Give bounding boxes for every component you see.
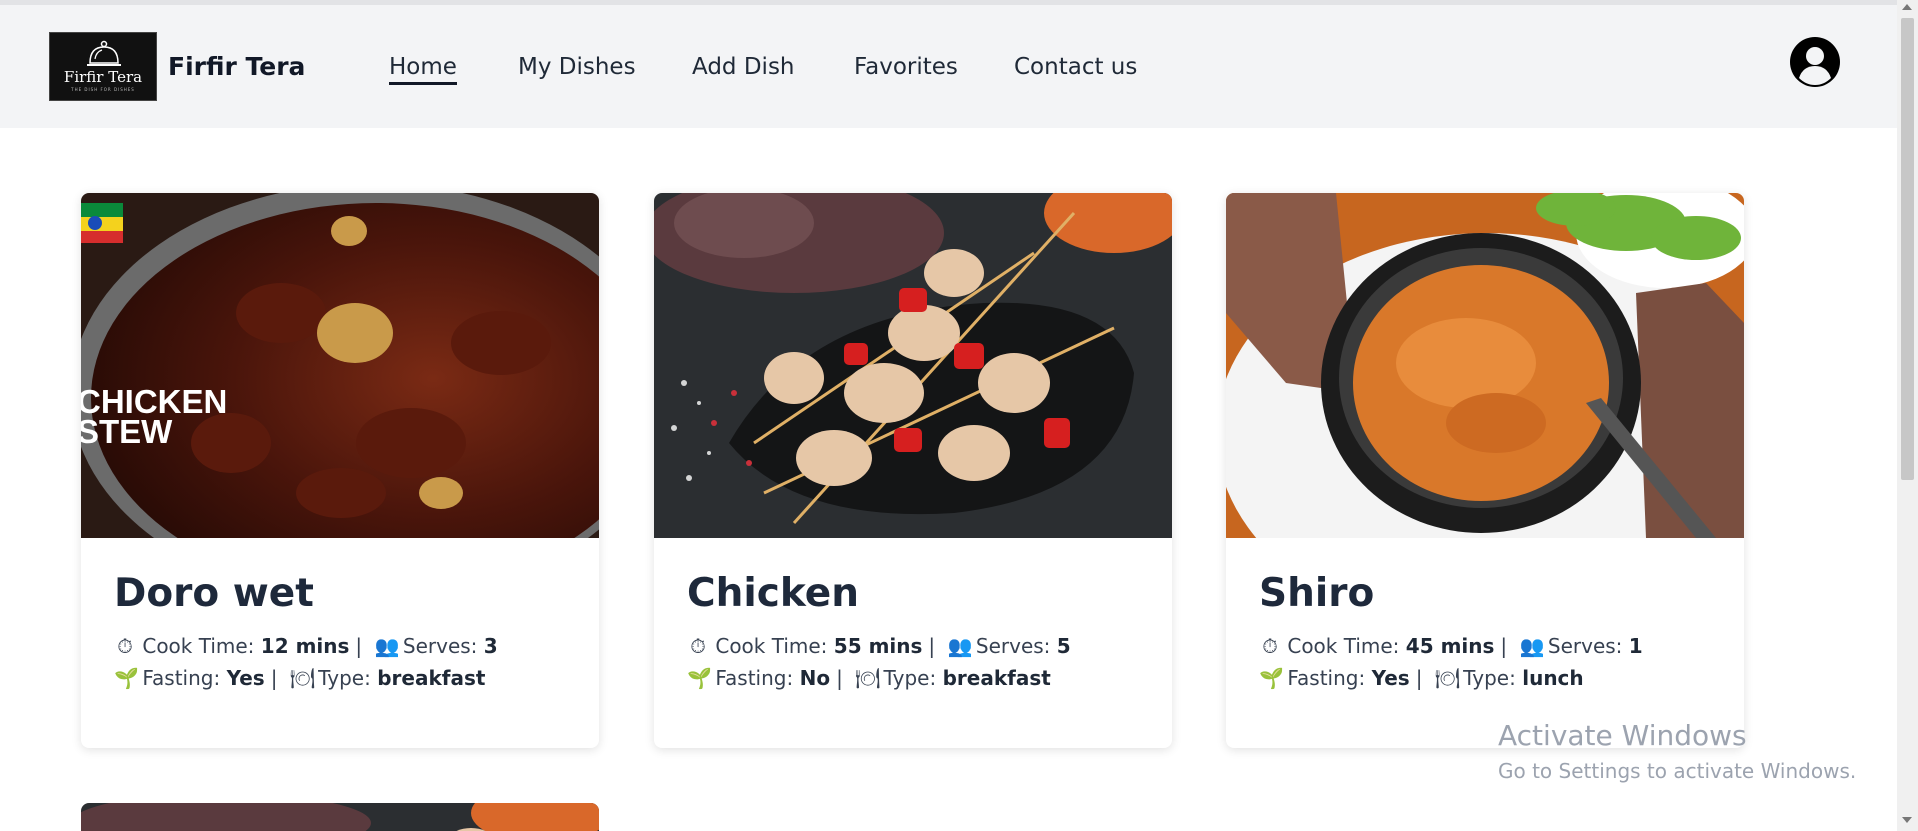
fasting-value: Yes <box>1371 666 1410 690</box>
cloche-icon <box>87 40 121 66</box>
dish-card[interactable]: CHICKEN STEW Doro wet ⏱ Cook Time: 12 mi… <box>81 193 599 748</box>
nav-home[interactable]: Home <box>389 54 457 85</box>
type-value: breakfast <box>942 666 1051 690</box>
brand-name[interactable]: Firfir Tera <box>168 52 305 81</box>
page-scrollbar[interactable] <box>1897 0 1918 831</box>
dish-title[interactable]: Doro wet <box>114 572 566 616</box>
dish-card[interactable]: Shiro ⏱ Cook Time: 45 mins | 👥 Serves: 1 … <box>1226 193 1744 748</box>
dish-image-doro-wet: CHICKEN STEW <box>81 193 599 538</box>
dish-image-shiro <box>1226 193 1744 538</box>
fasting-value: Yes <box>226 666 265 690</box>
serves-value: 3 <box>483 634 498 658</box>
plate-icon: 🍽 <box>855 666 881 690</box>
logo-text: Firfir Tera <box>63 68 143 86</box>
dish-image-chicken <box>654 193 1172 538</box>
nav-add-dish[interactable]: Add Dish <box>692 54 795 80</box>
nav-contact-us[interactable]: Contact us <box>1014 54 1137 80</box>
plate-icon: 🍽 <box>1434 666 1461 690</box>
dish-meta: ⏱ Cook Time: 45 mins | 👥 Serves: 1 🌱 Fast… <box>1259 630 1711 694</box>
people-icon: 👥 <box>1519 634 1545 658</box>
serves-value: 5 <box>1056 634 1071 658</box>
image-overlay-line2: STEW <box>81 413 173 450</box>
dish-title[interactable]: Chicken <box>687 572 1139 616</box>
dish-card-partial[interactable] <box>81 803 599 831</box>
scrollbar-thumb[interactable] <box>1901 18 1914 480</box>
dish-meta: ⏱ Cook Time: 12 mins | 👥 Serves: 3 🌱 Fast… <box>114 630 566 694</box>
seedling-icon: 🌱 <box>687 666 712 690</box>
dish-card[interactable]: Chicken ⏱ Cook Time: 55 mins | 👥 Serves: … <box>654 193 1172 748</box>
nav-my-dishes[interactable]: My Dishes <box>518 54 636 80</box>
scroll-down-icon[interactable] <box>1902 817 1912 823</box>
nav-favorites[interactable]: Favorites <box>854 54 958 80</box>
type-value: breakfast <box>377 666 486 690</box>
logo-tagline: THE DISH FOR DISHES <box>71 87 135 92</box>
seedling-icon: 🌱 <box>114 666 139 690</box>
seedling-icon: 🌱 <box>1259 666 1284 690</box>
cook-time-value: 55 mins <box>833 634 923 658</box>
stopwatch-icon: ⏱ <box>117 634 133 658</box>
activate-windows-title: Activate Windows <box>1498 719 1747 752</box>
user-circle-icon[interactable] <box>1789 36 1841 88</box>
people-icon: 👥 <box>374 634 400 658</box>
plate-icon: 🍽 <box>289 666 316 690</box>
stopwatch-icon: ⏱ <box>690 634 706 658</box>
activate-windows-subtitle: Go to Settings to activate Windows. <box>1498 759 1857 783</box>
serves-value: 1 <box>1628 634 1643 658</box>
cook-time-value: 12 mins <box>260 634 350 658</box>
cook-time-value: 45 mins <box>1405 634 1495 658</box>
type-value: lunch <box>1522 666 1584 690</box>
navbar: Firfir Tera THE DISH FOR DISHES Firfir T… <box>0 5 1897 128</box>
dish-meta: ⏱ Cook Time: 55 mins | 👥 Serves: 5 🌱 Fast… <box>687 630 1139 694</box>
fasting-value: No <box>799 666 831 690</box>
logo[interactable]: Firfir Tera THE DISH FOR DISHES <box>49 32 157 101</box>
scroll-up-icon[interactable] <box>1902 4 1912 10</box>
people-icon: 👥 <box>947 634 973 658</box>
stopwatch-icon: ⏱ <box>1262 634 1278 658</box>
dish-title[interactable]: Shiro <box>1259 572 1711 616</box>
